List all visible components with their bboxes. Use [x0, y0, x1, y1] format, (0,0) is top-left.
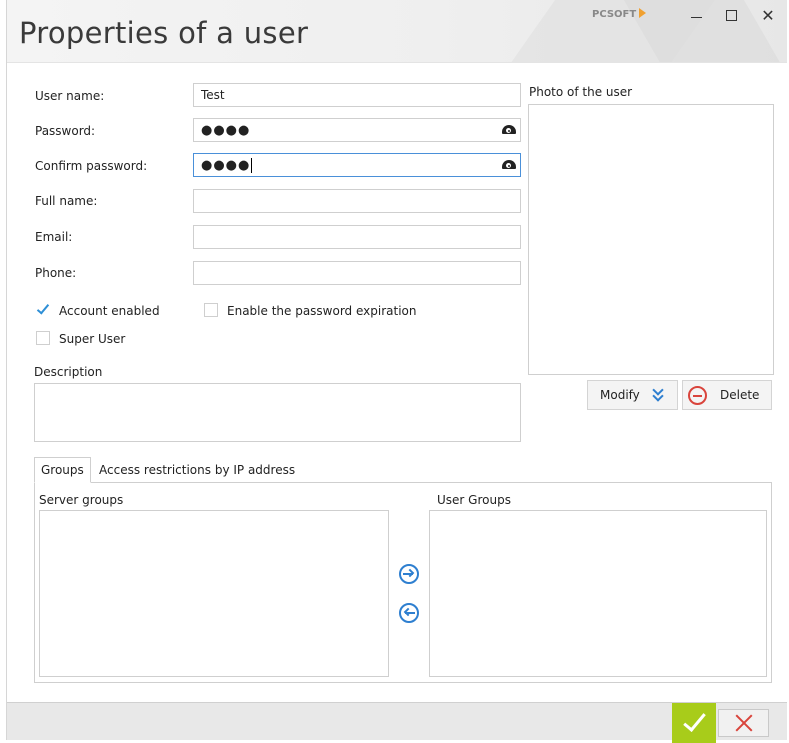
maximize-icon [725, 9, 737, 21]
user-groups-label: User Groups [437, 493, 511, 507]
groups-tab-panel: Server groups User Groups [34, 482, 772, 683]
close-icon: ✕ [761, 5, 775, 25]
double-chevron-down-icon [652, 384, 666, 402]
arrow-right-icon-head [405, 568, 415, 578]
confirm-password-field[interactable]: ●●●● [193, 153, 521, 177]
super-user-checkbox[interactable] [36, 331, 50, 345]
close-button[interactable]: ✕ [751, 4, 785, 26]
delete-button[interactable]: Delete [682, 380, 772, 410]
modify-button-label: Modify [600, 388, 640, 402]
dialog-body: User name: Password: Confirm password: F… [7, 62, 787, 702]
title-bar: Properties of a user PCSOFT ✕ [7, 0, 787, 62]
super-user-label[interactable]: Super User [59, 332, 125, 346]
checkmark-icon [36, 301, 50, 315]
delete-circle-icon [688, 385, 707, 405]
full-name-label: Full name: [35, 194, 98, 208]
delete-button-label: Delete [720, 388, 760, 402]
user-properties-window: Properties of a user PCSOFT ✕ User name:… [6, 0, 787, 743]
ok-button[interactable] [672, 703, 716, 743]
minimize-button[interactable] [679, 4, 713, 26]
user-name-field[interactable]: Test [193, 83, 521, 107]
user-name-label: User name: [35, 89, 105, 103]
add-to-user-groups-button[interactable] [399, 564, 419, 584]
show-confirm-password-eye-icon[interactable] [502, 160, 516, 169]
cancel-button[interactable] [718, 709, 769, 737]
brand-logo: PCSOFT [592, 8, 647, 20]
user-groups-list[interactable] [429, 510, 767, 677]
show-password-eye-icon[interactable] [502, 125, 516, 134]
email-field[interactable] [193, 225, 521, 249]
user-name-value: Test [201, 88, 225, 102]
window-title: Properties of a user [19, 16, 309, 50]
phone-label: Phone: [35, 266, 77, 280]
tab-ip-restrictions-label: Access restrictions by IP address [99, 463, 296, 477]
dialog-footer [7, 702, 787, 743]
account-enabled-label[interactable]: Account enabled [59, 304, 160, 318]
password-label: Password: [35, 124, 96, 138]
tab-groups[interactable]: Groups [34, 457, 91, 483]
password-expiration-checkbox[interactable] [204, 303, 218, 317]
description-textarea[interactable] [34, 383, 521, 442]
account-enabled-checkbox[interactable] [36, 301, 50, 317]
arrow-left-icon-head [403, 607, 413, 617]
confirm-password-value: ●●●● [201, 157, 251, 173]
password-field[interactable]: ●●●● [193, 118, 521, 142]
description-label: Description [34, 365, 103, 379]
minimize-icon [690, 16, 702, 18]
photo-label: Photo of the user [529, 85, 633, 99]
brand-arrow-icon [639, 8, 647, 18]
password-expiration-label[interactable]: Enable the password expiration [227, 304, 416, 318]
server-groups-list[interactable] [39, 510, 389, 677]
server-groups-label: Server groups [39, 493, 124, 507]
remove-from-user-groups-button[interactable] [399, 603, 419, 623]
tab-groups-label: Groups [41, 463, 84, 477]
brand-text: PCSOFT [592, 9, 637, 20]
confirm-password-label: Confirm password: [35, 159, 148, 173]
email-label: Email: [35, 230, 73, 244]
user-photo-frame[interactable] [528, 104, 774, 375]
text-caret [251, 157, 253, 173]
modify-button[interactable]: Modify [587, 380, 678, 410]
password-value: ●●●● [201, 122, 251, 138]
phone-field[interactable] [193, 261, 521, 285]
tab-ip-restrictions[interactable]: Access restrictions by IP address [93, 457, 301, 483]
check-icon [682, 708, 706, 732]
maximize-button[interactable] [714, 4, 748, 26]
full-name-field[interactable] [193, 189, 521, 213]
